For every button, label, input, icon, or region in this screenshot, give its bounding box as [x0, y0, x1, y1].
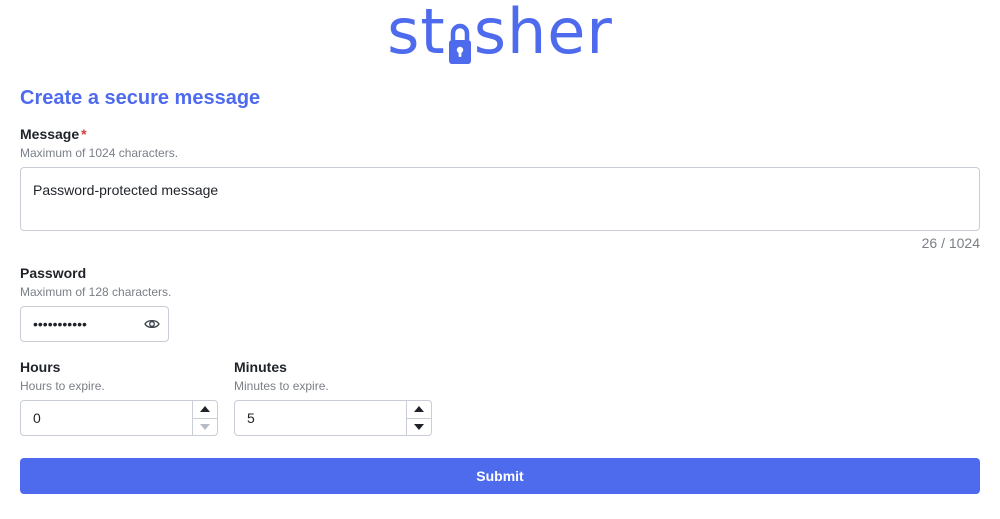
hours-field-group: Hours Hours to expire. 0	[20, 358, 218, 436]
minutes-input[interactable]: 5	[234, 400, 432, 436]
logo-text-prefix: st	[387, 0, 446, 68]
expiry-row: Hours Hours to expire. 0 Minutes Minutes…	[20, 358, 980, 436]
caret-up-icon	[414, 406, 424, 413]
hours-label: Hours	[20, 359, 61, 375]
message-textarea[interactable]: Password-protected message	[20, 167, 980, 231]
form-heading: Create a secure message	[20, 87, 261, 109]
submit-button[interactable]: Submit	[20, 458, 980, 494]
password-masked-value: •••••••••••	[33, 316, 87, 332]
hours-input[interactable]: 0	[20, 400, 218, 436]
password-field-group: Password Maximum of 128 characters. ••••…	[20, 264, 980, 342]
message-label: Message *	[20, 125, 980, 143]
message-char-counter: 26 / 1024	[921, 235, 980, 251]
hours-hint: Hours to expire.	[20, 379, 105, 393]
message-hint: Maximum of 1024 characters.	[20, 146, 179, 160]
required-marker: *	[81, 126, 87, 142]
eye-icon[interactable]	[144, 317, 160, 331]
secure-message-form: Create a secure message Message * Maximum…	[20, 84, 980, 436]
minutes-value: 5	[247, 410, 255, 426]
password-label: Password	[20, 265, 87, 281]
message-label-text: Message	[20, 126, 80, 142]
caret-down-icon	[200, 423, 210, 430]
password-hint: Maximum of 128 characters.	[20, 285, 172, 299]
hours-value: 0	[33, 410, 41, 426]
minutes-label: Minutes	[234, 359, 287, 375]
hours-increment-button[interactable]	[193, 401, 217, 418]
message-field-group: Message * Maximum of 1024 characters. Pas…	[20, 125, 980, 251]
minutes-field-group: Minutes Minutes to expire. 5	[234, 358, 432, 436]
password-input[interactable]: •••••••••••	[20, 306, 169, 342]
padlock-icon	[448, 13, 472, 64]
logo-text-suffix: sher	[473, 0, 613, 68]
caret-down-icon	[414, 423, 424, 430]
minutes-increment-button[interactable]	[407, 401, 431, 418]
caret-up-icon	[200, 406, 210, 413]
minutes-decrement-button[interactable]	[407, 417, 431, 436]
hours-stepper	[192, 401, 217, 435]
app-logo: st sher	[0, 0, 1000, 64]
minutes-hint: Minutes to expire.	[234, 379, 329, 393]
minutes-stepper	[406, 401, 431, 435]
hours-decrement-button[interactable]	[193, 417, 217, 436]
